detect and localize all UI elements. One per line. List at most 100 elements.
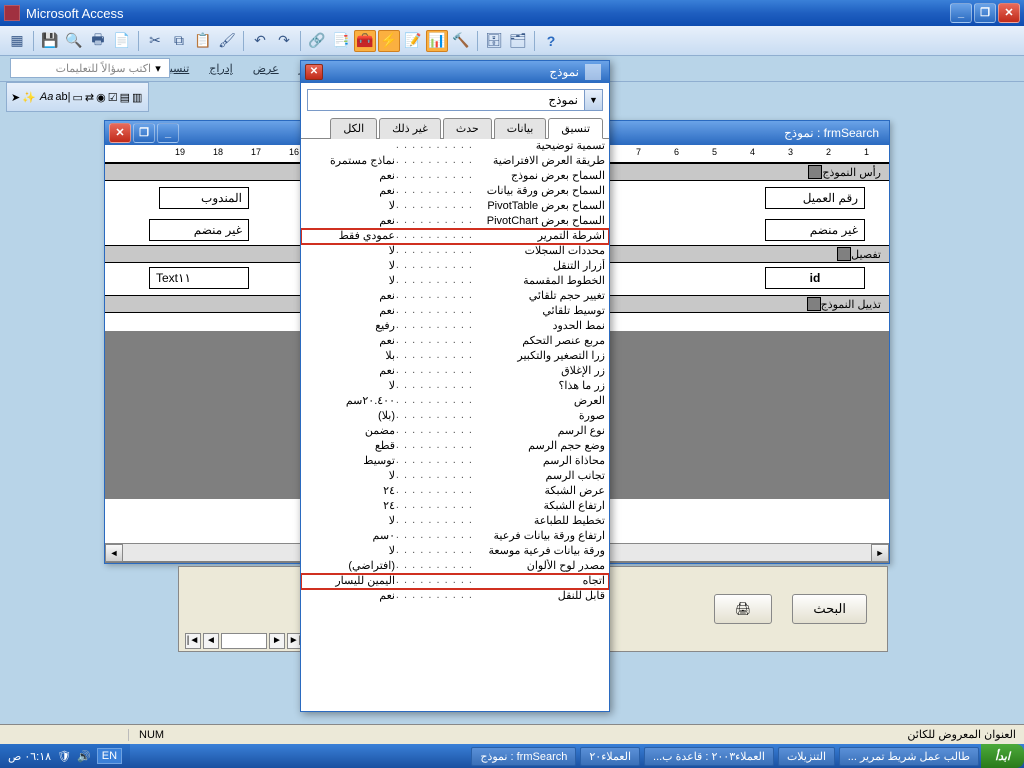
property-value[interactable]: قطع bbox=[301, 439, 395, 453]
properties-tab[interactable]: الكل bbox=[330, 118, 377, 139]
property-row[interactable]: السماح بعرض PivotChart . . . . . . . . .… bbox=[301, 214, 609, 229]
property-row[interactable]: العرض . . . . . . . . . . . . . . . . . … bbox=[301, 394, 609, 409]
print-button[interactable]: 🖨 bbox=[714, 594, 773, 624]
nav-record-box[interactable] bbox=[221, 633, 267, 649]
new-object-icon[interactable]: 🗂 bbox=[507, 30, 529, 52]
unbound-left[interactable]: غير منضم bbox=[149, 219, 249, 241]
property-value[interactable]: توسيط bbox=[301, 454, 395, 468]
section-selector-icon[interactable] bbox=[837, 247, 851, 261]
toolbox-icon[interactable]: 🧰 bbox=[354, 30, 376, 52]
property-value[interactable]: مضمن bbox=[301, 424, 395, 438]
field-id[interactable]: id bbox=[765, 267, 865, 289]
search-icon[interactable]: 🔍 bbox=[63, 30, 85, 52]
property-row[interactable]: طريقة العرض الافتراضية . . . . . . . . .… bbox=[301, 154, 609, 169]
property-value[interactable]: نعم bbox=[301, 184, 395, 198]
property-row[interactable]: زرا التصغير والتكبير . . . . . . . . . .… bbox=[301, 349, 609, 364]
minimize-button[interactable]: _ bbox=[950, 3, 972, 23]
properties-icon[interactable]: 📊 bbox=[426, 30, 448, 52]
property-row[interactable]: محاذاة الرسم . . . . . . . . . . . . . .… bbox=[301, 454, 609, 469]
property-row[interactable]: السماح بعرض ورقة بيانات . . . . . . . . … bbox=[301, 184, 609, 199]
property-row[interactable]: ارتفاع الشبكة . . . . . . . . . . . . . … bbox=[301, 499, 609, 514]
start-button[interactable]: ابدأ bbox=[981, 744, 1024, 768]
undo-icon[interactable]: ↶ bbox=[249, 30, 271, 52]
redo-icon[interactable]: ↷ bbox=[273, 30, 295, 52]
nav-prev-icon[interactable]: ◄ bbox=[203, 633, 219, 649]
view-icon[interactable]: ▦ bbox=[6, 30, 28, 52]
property-value[interactable]: ٢٤ bbox=[301, 484, 395, 498]
property-value[interactable]: نعم bbox=[301, 304, 395, 318]
field-text11[interactable]: Text١١ bbox=[149, 267, 249, 289]
properties-tab[interactable]: حدث bbox=[443, 118, 492, 139]
taskbar-item[interactable]: frmSearch : نموذج bbox=[471, 747, 576, 766]
field-customer-id[interactable]: رقم العميل bbox=[765, 187, 865, 209]
design-max-button[interactable]: ❐ bbox=[133, 123, 155, 143]
property-row[interactable]: زر ما هذا؟ . . . . . . . . . . . . . . .… bbox=[301, 379, 609, 394]
close-button[interactable]: ✕ bbox=[998, 3, 1020, 23]
taskbar-item[interactable]: طالب عمل شريط تمرير ... bbox=[839, 747, 979, 766]
property-row[interactable]: صورة . . . . . . . . . . . . . . . . . .… bbox=[301, 409, 609, 424]
format-icon[interactable]: 🖌 bbox=[216, 30, 238, 52]
field-list-icon[interactable]: 📑 bbox=[330, 30, 352, 52]
property-value[interactable]: ٢٠.٤٠٠سم bbox=[301, 394, 395, 408]
design-min-button[interactable]: _ bbox=[157, 123, 179, 143]
section-selector-icon[interactable] bbox=[807, 297, 821, 311]
property-value[interactable]: نعم bbox=[301, 169, 395, 183]
field-delegate[interactable]: المندوب bbox=[159, 187, 249, 209]
properties-close-button[interactable]: ✕ bbox=[305, 64, 323, 80]
property-value[interactable]: نعم bbox=[301, 589, 395, 603]
property-row[interactable]: زر الإغلاق . . . . . . . . . . . . . . .… bbox=[301, 364, 609, 379]
listbox-icon[interactable]: ▥ bbox=[132, 91, 142, 104]
property-row[interactable]: تغيير حجم تلقائي . . . . . . . . . . . .… bbox=[301, 289, 609, 304]
checkbox-icon[interactable]: ☑ bbox=[108, 91, 118, 104]
nav-first-icon[interactable]: |◄ bbox=[185, 633, 201, 649]
properties-titlebar[interactable]: ✕ نموذج bbox=[301, 61, 609, 83]
group-icon[interactable]: ▭ bbox=[72, 91, 82, 104]
taskbar-item[interactable]: العملاء٢٠٠٣ : قاعدة ب... bbox=[644, 747, 774, 766]
property-value[interactable]: لا bbox=[301, 544, 395, 558]
property-row[interactable]: أشرطة التمرير . . . . . . . . . . . . . … bbox=[301, 229, 609, 244]
property-row[interactable]: نوع الرسم . . . . . . . . . . . . . . . … bbox=[301, 424, 609, 439]
properties-list[interactable]: تسمية توضيحية . . . . . . . . . . . . . … bbox=[301, 139, 609, 715]
properties-tab[interactable]: بيانات bbox=[494, 118, 547, 139]
textbox-icon[interactable]: ab| bbox=[55, 91, 70, 103]
property-row[interactable]: تسمية توضيحية . . . . . . . . . . . . . … bbox=[301, 139, 609, 154]
property-value[interactable] bbox=[301, 139, 395, 153]
copy-icon[interactable]: ⧉ bbox=[168, 30, 190, 52]
property-value[interactable]: لا bbox=[301, 274, 395, 288]
tray-volume-icon[interactable]: 🔊 bbox=[77, 750, 91, 763]
property-row[interactable]: وضع حجم الرسم . . . . . . . . . . . . . … bbox=[301, 439, 609, 454]
property-value[interactable]: ٢٤ bbox=[301, 499, 395, 513]
property-row[interactable]: أزرار التنقل . . . . . . . . . . . . . .… bbox=[301, 259, 609, 274]
property-row[interactable]: اتجاه . . . . . . . . . . . . . . . . . … bbox=[301, 574, 609, 589]
section-selector-icon[interactable] bbox=[808, 165, 822, 179]
property-value[interactable]: (بلا) bbox=[301, 409, 395, 423]
property-value[interactable]: نعم bbox=[301, 214, 395, 228]
menu-insert[interactable]: إدراج bbox=[201, 59, 240, 78]
build-icon[interactable]: 🔨 bbox=[450, 30, 472, 52]
object-selector-input[interactable] bbox=[308, 90, 584, 110]
label-icon[interactable]: Aa bbox=[40, 91, 53, 103]
taskbar-item[interactable]: العملاء٢٠ bbox=[580, 747, 640, 766]
property-value[interactable]: اليمين لليسار bbox=[301, 574, 395, 588]
property-row[interactable]: ارتفاع ورقة بيانات فرعية . . . . . . . .… bbox=[301, 529, 609, 544]
property-value[interactable]: لا bbox=[301, 514, 395, 528]
print-icon[interactable]: 🖶 bbox=[87, 30, 109, 52]
save-icon[interactable]: 💾 bbox=[39, 30, 61, 52]
autoform-icon[interactable]: ⚡ bbox=[378, 30, 400, 52]
property-row[interactable]: السماح بعرض PivotTable . . . . . . . . .… bbox=[301, 199, 609, 214]
scroll-right-icon[interactable]: ► bbox=[871, 544, 889, 562]
toggle-icon[interactable]: ⇄ bbox=[85, 91, 94, 104]
property-row[interactable]: الخطوط المقسمة . . . . . . . . . . . . .… bbox=[301, 274, 609, 289]
pointer-icon[interactable]: ➤ bbox=[11, 91, 20, 104]
property-row[interactable]: توسيط تلقائي . . . . . . . . . . . . . .… bbox=[301, 304, 609, 319]
taskbar-item[interactable]: التنزيلات bbox=[778, 747, 835, 766]
property-row[interactable]: ورقة بيانات فرعية موسعة . . . . . . . . … bbox=[301, 544, 609, 559]
tray-lang[interactable]: EN bbox=[97, 748, 122, 764]
property-row[interactable]: قابل للنقل . . . . . . . . . . . . . . .… bbox=[301, 589, 609, 604]
property-value[interactable]: نعم bbox=[301, 289, 395, 303]
property-row[interactable]: عرض الشبكة . . . . . . . . . . . . . . .… bbox=[301, 484, 609, 499]
property-value[interactable]: بلا bbox=[301, 349, 395, 363]
property-value[interactable]: نعم bbox=[301, 334, 395, 348]
paste-icon[interactable]: 📋 bbox=[192, 30, 214, 52]
property-value[interactable]: (افتراضي) bbox=[301, 559, 395, 573]
